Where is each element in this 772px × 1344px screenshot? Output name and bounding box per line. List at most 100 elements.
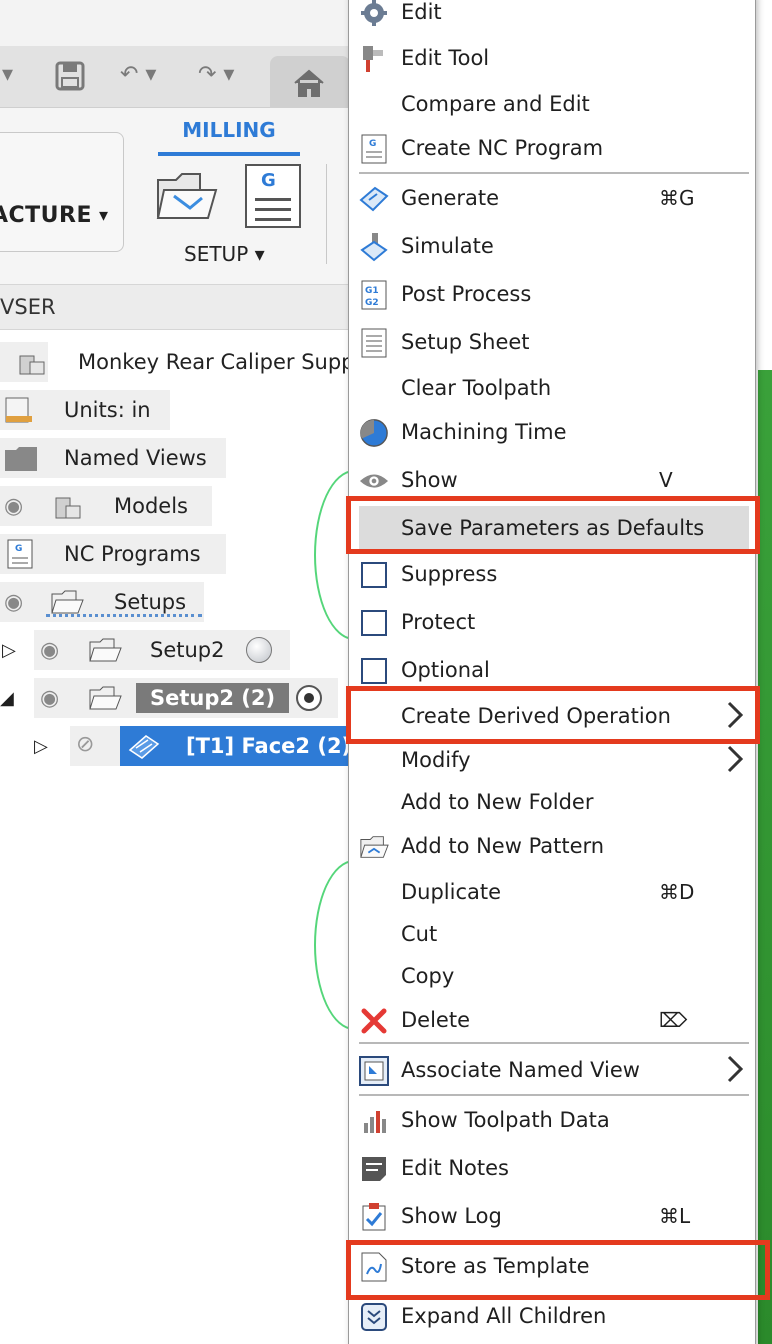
ribbon-divider	[326, 164, 327, 264]
tree-item-named-views[interactable]: Named Views	[0, 438, 226, 478]
save-icon[interactable]	[54, 60, 86, 98]
ribbon: ACTURE ▾ MILLING G SETUP ▾	[0, 108, 350, 284]
expand-arrow-icon[interactable]: ▷	[34, 736, 48, 757]
menu-item-protect[interactable]: Protect	[349, 600, 755, 644]
expand-arrow-icon[interactable]: ▷	[2, 640, 16, 661]
menu-item-generate[interactable]: Generate ⌘G	[349, 176, 755, 220]
menu-item-label: Expand All Children	[401, 1304, 607, 1328]
menu-item-machining-time[interactable]: Machining Time	[349, 410, 755, 454]
menu-item-label: Suppress	[401, 562, 498, 586]
checkbox-icon	[359, 608, 389, 638]
menu-item-expand-all-children[interactable]: Expand All Children	[349, 1294, 755, 1338]
menu-item-show-log[interactable]: Show Log ⌘L	[349, 1194, 755, 1238]
menu-item-label: Show	[401, 468, 458, 492]
collapse-arrow-icon[interactable]: ◢	[0, 688, 14, 709]
svg-text:G1: G1	[365, 286, 379, 296]
menu-item-label: Protect	[401, 610, 476, 634]
eye-hidden-icon[interactable]: ⊘	[76, 732, 94, 757]
tree-item-units[interactable]: Units: in	[0, 390, 170, 430]
dropdown-caret-icon[interactable]: ▾	[2, 62, 13, 87]
active-radio-icon[interactable]	[296, 685, 322, 711]
new-setup-icon[interactable]	[154, 166, 220, 226]
menu-item-label: Associate Named View	[401, 1058, 640, 1082]
log-icon	[359, 1202, 389, 1232]
svg-text:G: G	[15, 544, 22, 554]
chevron-right-icon	[727, 1055, 744, 1083]
tree-item-label: Setups	[114, 590, 187, 614]
nc-program-ribbon-icon[interactable]: G	[245, 164, 301, 228]
menu-item-shortcut: ⌘L	[659, 1204, 691, 1228]
menu-item-label: Machining Time	[401, 420, 567, 444]
menu-item-add-to-new-folder[interactable]: Add to New Folder	[349, 780, 755, 824]
hatch-underline	[46, 614, 202, 617]
browser-header: VSER	[0, 284, 350, 330]
workspace-label: ACTURE	[0, 203, 93, 228]
menu-item-simulate[interactable]: Simulate	[349, 224, 755, 268]
eye-icon[interactable]: ◉	[4, 590, 23, 615]
menu-separator	[359, 1042, 749, 1044]
workspace-switcher[interactable]: ACTURE ▾	[0, 132, 124, 252]
tree-item-models[interactable]: ◉ Models	[0, 486, 212, 526]
menu-item-post-process[interactable]: G1 G2 Post Process	[349, 272, 755, 316]
menu-item-copy[interactable]: Copy	[349, 954, 755, 998]
menu-item-edit[interactable]: Edit	[349, 0, 755, 34]
tree-item-document[interactable]: Monkey Rear Caliper Supp	[0, 342, 355, 382]
menu-item-label: Simulate	[401, 234, 494, 258]
context-menu: Edit Edit Tool Compare and Edit G Create…	[348, 0, 756, 1344]
menu-item-modify[interactable]: Modify	[349, 738, 755, 782]
simulate-icon	[359, 232, 389, 262]
menu-item-show-toolpath-data[interactable]: Show Toolpath Data	[349, 1098, 755, 1142]
undo-icon[interactable]: ↶ ▾	[120, 62, 156, 87]
tab-milling[interactable]: MILLING	[158, 118, 300, 142]
tree-item-setups[interactable]: ◉ Setups	[0, 582, 204, 622]
menu-item-delete[interactable]: Delete ⌦	[349, 998, 755, 1042]
tree-item-setup2-2[interactable]: ◉ Setup2 (2)	[34, 678, 338, 718]
menu-item-shortcut: ⌦	[659, 1008, 688, 1032]
generate-icon	[359, 184, 389, 214]
eye-icon[interactable]: ◉	[4, 494, 23, 519]
inactive-radio-icon[interactable]	[246, 637, 272, 663]
menu-item-label: Edit Tool	[401, 46, 490, 70]
menu-item-duplicate[interactable]: Duplicate ⌘D	[349, 870, 755, 914]
menu-item-label: Add to New Folder	[401, 790, 594, 814]
quick-access-toolbar: ▾ ↶ ▾ ↷ ▾	[0, 46, 350, 108]
menu-item-add-to-new-pattern[interactable]: Add to New Pattern	[349, 824, 755, 868]
tree-item-setup2[interactable]: ◉ Setup2	[34, 630, 290, 670]
chevron-right-icon	[727, 745, 744, 773]
expand-icon	[359, 1302, 389, 1332]
menu-item-compare-and-edit[interactable]: Compare and Edit	[349, 82, 755, 126]
menu-item-label: Create NC Program	[401, 136, 604, 160]
menu-item-associate-named-view[interactable]: Associate Named View	[349, 1048, 755, 1092]
component-icon	[54, 492, 84, 525]
red-x-icon	[359, 1006, 389, 1036]
menu-item-edit-tool[interactable]: Edit Tool	[349, 36, 755, 80]
menu-item-cut[interactable]: Cut	[349, 912, 755, 956]
menu-item-label: Compare and Edit	[401, 92, 590, 116]
tree-item-face2[interactable]: [T1] Face2 (2)	[120, 726, 351, 766]
menu-item-label: Generate	[401, 186, 500, 210]
menu-item-label: Cut	[401, 922, 438, 946]
tree-item-label: Units: in	[64, 398, 151, 422]
checkbox-icon	[359, 560, 389, 590]
eye-icon[interactable]: ◉	[40, 686, 59, 711]
menu-item-create-nc-program[interactable]: G Create NC Program	[349, 126, 755, 170]
menu-item-label: Clear Toolpath	[401, 376, 552, 400]
menu-item-setup-sheet[interactable]: Setup Sheet	[349, 320, 755, 364]
menu-item-suppress[interactable]: Suppress	[349, 552, 755, 596]
chevron-down-icon: ▾	[99, 205, 109, 226]
setup-dropdown-label: SETUP	[184, 242, 249, 266]
redo-icon[interactable]: ↷ ▾	[198, 62, 234, 87]
eye-icon[interactable]: ◉	[40, 638, 59, 663]
menu-item-clear-toolpath[interactable]: Clear Toolpath	[349, 366, 755, 410]
tree-item-nc-programs[interactable]: G NC Programs	[0, 534, 226, 574]
folder-pattern-icon	[359, 832, 389, 862]
menu-item-edit-notes[interactable]: Edit Notes	[349, 1146, 755, 1190]
home-tab[interactable]	[270, 56, 350, 108]
highlight-box-create-derived	[346, 686, 760, 744]
face-operation-icon	[128, 732, 160, 765]
menu-item-label: Setup Sheet	[401, 330, 530, 354]
hidden-toggle[interactable]: ⊘	[70, 726, 120, 766]
tool-icon	[359, 44, 389, 74]
post-process-icon: G1 G2	[359, 280, 389, 310]
setup-dropdown[interactable]: SETUP ▾	[184, 242, 265, 266]
